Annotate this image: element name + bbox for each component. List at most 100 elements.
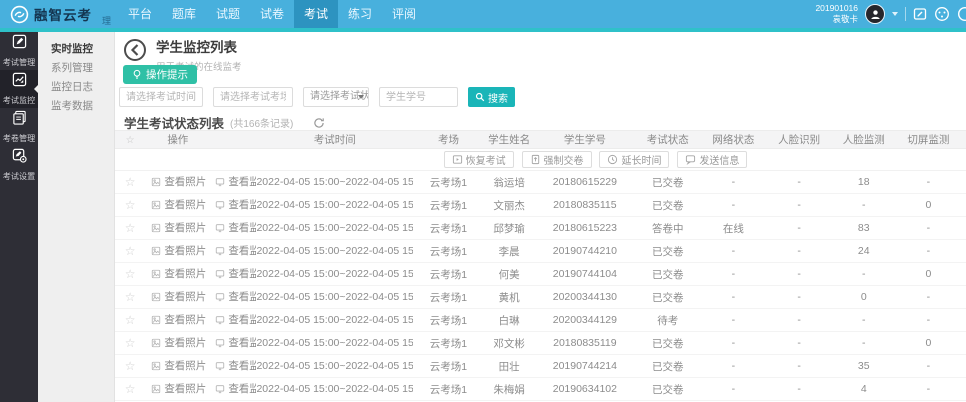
favorite-star-icon[interactable]: ☆ [125,290,136,304]
app-logo: 融智云考 [0,4,92,24]
view-monitor-link[interactable]: 查看监控 [215,381,256,396]
view-photos-link[interactable]: 查看照片 [151,381,206,396]
cell-face-monitor: 4 [860,383,867,395]
view-photos-link[interactable]: 查看照片 [151,266,206,281]
sidebar-item-paper-manage[interactable]: 考卷管理 [0,108,38,146]
cell-student-name: 田壮 [498,360,520,373]
chevron-down-icon[interactable] [892,12,898,16]
submenu-item-monitor-log[interactable]: 监控日志 [38,78,114,97]
submenu-item-proctor-data[interactable]: 监考数据 [38,97,114,116]
view-photos-link[interactable]: 查看照片 [151,312,206,327]
nav-question-bank[interactable]: 题库 [162,0,206,28]
cell-student-id: 20200344130 [552,291,617,303]
cell-student-id: 20180835115 [553,199,617,211]
student-id-filter-input[interactable] [379,87,458,107]
view-photos-link[interactable]: 查看照片 [151,289,206,304]
cell-screen-switch: - [926,314,931,326]
submenu-item-realtime-monitor[interactable]: 实时监控 [38,40,114,59]
favorite-star-icon[interactable]: ☆ [125,244,136,258]
sidebar-item-exam-manage[interactable]: 考试管理 [0,32,38,70]
app-title: 融智云考 [34,8,92,23]
monitor-icon [215,384,225,394]
cell-face-recognition: - [797,222,801,234]
cell-screen-switch: - [926,245,931,257]
monitor-icon [215,200,225,210]
nav-review[interactable]: 评阅 [382,0,426,28]
nav-practice[interactable]: 练习 [338,0,382,28]
table-row: ☆ 查看照片查看监控2022-04-05 15:00~2022-04-05 15:… [115,286,966,309]
cell-exam-time: 2022-04-05 15:00~2022-04-05 15:30 [256,337,414,349]
favorite-star-icon[interactable]: ☆ [125,382,136,396]
view-photos-link[interactable]: 查看照片 [151,174,206,189]
top-navigation-bar: 融智云考 理 平台 题库 试题 试卷 考试 练习 评阅 201901016 袁敬… [0,0,966,28]
send-message-button[interactable]: 发送信息 [677,151,748,168]
note-icon[interactable] [913,7,927,21]
view-monitor-link[interactable]: 查看监控 [215,220,256,235]
table-row: ☆ 查看照片查看监控2022-04-05 15:00~2022-04-05 15:… [115,332,966,355]
table-row: ☆ 查看照片查看监控2022-04-05 15:00~2022-04-05 15:… [115,194,966,217]
nav-questions[interactable]: 试题 [206,0,250,28]
view-photos-link[interactable]: 查看照片 [151,243,206,258]
exam-room-filter-input[interactable] [213,87,293,107]
view-monitor-link[interactable]: 查看监控 [215,174,256,189]
operation-tips-button[interactable]: 操作提示 [123,65,197,84]
favorite-star-icon[interactable]: ☆ [125,221,136,235]
avatar[interactable] [865,4,885,24]
photo-icon [151,223,161,233]
view-monitor-link[interactable]: 查看监控 [215,358,256,373]
refresh-icon[interactable] [313,117,325,129]
view-monitor-link[interactable]: 查看监控 [215,289,256,304]
view-photos-link[interactable]: 查看照片 [151,358,206,373]
record-count: (共166条记录) [230,119,294,130]
cell-network-status: - [731,314,736,326]
cell-network-status: - [731,291,736,303]
sidebar-item-exam-monitor[interactable]: 考试监控 [0,70,39,108]
view-monitor-link[interactable]: 查看监控 [215,266,256,281]
back-button[interactable] [123,38,147,67]
cell-network-status: - [731,245,736,257]
cell-exam-room: 云考场1 [429,199,468,212]
exam-status-filter-select[interactable]: 请选择考试状态 [303,87,369,107]
favorite-star-icon[interactable]: ☆ [125,336,136,350]
cell-face-monitor: 24 [857,245,870,257]
view-monitor-link[interactable]: 查看监控 [215,335,256,350]
favorite-star-icon[interactable]: ☆ [125,359,136,373]
cell-exam-room: 云考场1 [429,268,468,281]
sidebar-item-exam-settings[interactable]: 考试设置 [0,146,38,184]
search-button[interactable]: 搜索 [468,87,515,107]
theme-palette-icon[interactable] [934,6,950,22]
exam-manage-icon [12,34,27,54]
view-monitor-link[interactable]: 查看监控 [215,243,256,258]
nav-exams[interactable]: 考试 [294,0,338,28]
exam-time-filter-input[interactable] [119,87,203,107]
submenu-item-series-manage[interactable]: 系列管理 [38,59,114,78]
chevron-down-icon [358,95,364,99]
cell-exam-time: 2022-04-05 15:00~2022-04-05 15:30 [256,222,414,234]
favorite-star-icon[interactable]: ☆ [125,175,136,189]
cell-exam-status: 已交卷 [651,268,684,281]
nav-papers[interactable]: 试卷 [250,0,294,28]
view-monitor-link[interactable]: 查看监控 [215,197,256,212]
view-photos-link[interactable]: 查看照片 [151,335,206,350]
extend-time-button[interactable]: 延长时间 [599,151,670,168]
help-icon[interactable] [957,6,966,22]
cell-exam-room: 云考场1 [429,337,468,350]
cell-exam-time: 2022-04-05 15:00~2022-04-05 15:30 [256,268,414,280]
view-photos-link[interactable]: 查看照片 [151,220,206,235]
module-sidebar: 考试管理 考试监控 考卷管理 考试设置 [0,32,39,402]
view-photos-link[interactable]: 查看照片 [151,197,206,212]
favorite-star-icon[interactable]: ☆ [125,313,136,327]
favorite-star-icon[interactable]: ☆ [125,267,136,281]
cell-face-monitor: 35 [857,360,870,372]
resume-exam-button[interactable]: 恢复考试 [443,151,514,168]
cell-exam-room: 云考场1 [429,360,468,373]
nav-platform[interactable]: 平台 [118,0,162,28]
header-network-status: 网络状态 [700,130,767,149]
view-monitor-link[interactable]: 查看监控 [215,312,256,327]
cell-face-monitor: 83 [857,222,870,234]
favorite-star-icon[interactable]: ☆ [125,198,136,212]
cell-student-id: 20200344129 [552,314,617,326]
cell-exam-room: 云考场1 [429,245,468,258]
photo-icon [151,292,161,302]
force-submit-button[interactable]: 强制交卷 [521,151,592,168]
